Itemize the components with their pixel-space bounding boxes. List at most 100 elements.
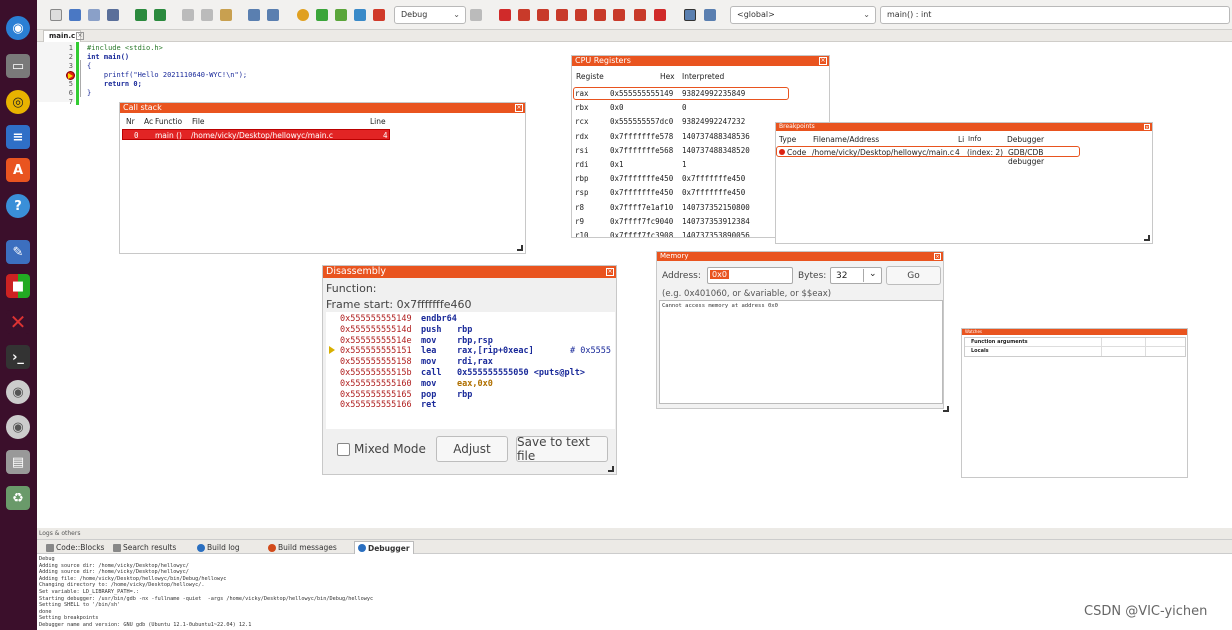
close-icon[interactable]: × [934, 253, 941, 260]
log-line: Adding source dir: /home/vicky/Desktop/h… [39, 569, 189, 576]
mixed-mode-checkbox[interactable] [337, 443, 350, 456]
instruction-address: 0x555555555165 [340, 389, 412, 400]
instruction-opcode: push [421, 324, 442, 335]
register-hex: 0x7fffffffe450 [610, 174, 674, 184]
terminal-icon[interactable]: ›_ [6, 345, 30, 369]
close-icon[interactable]: × [606, 268, 614, 276]
bytes-select[interactable]: 32 ⌄ [830, 267, 882, 284]
memory-title: Memory [657, 252, 943, 261]
abort-icon[interactable] [373, 9, 385, 21]
step-into-instruction-icon[interactable] [613, 9, 625, 21]
music-icon[interactable]: ◎ [6, 90, 30, 114]
copy-icon[interactable] [201, 9, 213, 21]
memory-panel: Memory × Address: 0x0 Bytes: 32 ⌄ Go (e.… [656, 251, 949, 412]
drive-icon[interactable]: ▤ [6, 450, 30, 474]
register-interpreted: 140737353912384 [682, 216, 750, 226]
codeblocks-icon[interactable]: ■ [6, 274, 30, 298]
resize-grip[interactable] [943, 406, 949, 412]
scope-select[interactable]: <global> ⌄ [730, 6, 876, 24]
instruction-args: rax,[rip+0xeac] [457, 346, 534, 357]
tab-codeblocks[interactable]: Code::Blocks [43, 541, 107, 554]
register-interpreted: 93824992247232 [682, 117, 746, 127]
trash-icon[interactable]: ♻ [6, 486, 30, 510]
close-icon[interactable]: × [1144, 124, 1150, 131]
table-row[interactable]: 0 main () /home/vicky/Desktop/hellowyc/m… [122, 129, 390, 140]
browser-icon[interactable]: ◉ [6, 16, 30, 40]
replace-icon[interactable] [267, 9, 279, 21]
build-target-select[interactable]: Debug ⌄ [394, 6, 466, 24]
table-row[interactable]: Locals [965, 347, 1185, 356]
tab-build-log[interactable]: Build log [194, 541, 243, 554]
files-icon[interactable]: ▭ [6, 54, 30, 78]
rebuild-icon[interactable] [354, 9, 366, 21]
redo-icon[interactable] [154, 9, 166, 21]
register-interpreted: 0x7fffffffe450 [682, 174, 746, 184]
watches-table[interactable]: Function arguments Locals [964, 337, 1186, 357]
table-row[interactable]: Function arguments [965, 338, 1185, 347]
find-icon[interactable] [248, 9, 260, 21]
writer-icon[interactable]: ≡ [6, 125, 30, 149]
column-divider [1101, 338, 1102, 356]
close-icon[interactable]: × [819, 57, 827, 65]
cell-function: main () [155, 131, 182, 140]
table-row[interactable]: Code /home/vicky/Desktop/hellowyc/main.c… [776, 146, 1080, 166]
instruction-opcode: endbr64 [421, 314, 457, 324]
build-icon[interactable] [297, 9, 309, 21]
go-button[interactable]: Go [886, 266, 941, 285]
new-file-icon[interactable] [50, 9, 62, 21]
address-input[interactable]: 0x0 [707, 267, 793, 284]
resize-grip[interactable] [608, 466, 614, 472]
close-icon[interactable]: × [515, 104, 523, 112]
function-select[interactable]: main() : int [880, 6, 1230, 24]
tab-debugger[interactable]: Debugger [354, 541, 414, 554]
tab-search-results[interactable]: Search results [110, 541, 179, 554]
resize-grip[interactable] [1144, 235, 1150, 241]
save-to-text-file-button[interactable]: Save to text file [516, 435, 608, 463]
undo-icon[interactable] [135, 9, 147, 21]
next-line-icon[interactable] [537, 9, 549, 21]
next-instruction-icon[interactable] [594, 9, 606, 21]
build-target-dialog-icon[interactable] [470, 9, 482, 21]
memory-output[interactable]: Cannot access memory at address 0x0 [659, 300, 943, 404]
pause-icon[interactable] [634, 9, 646, 21]
disassembly-panel: Disassembly × Function: Frame start: 0x7… [322, 265, 617, 475]
open-icon[interactable] [69, 9, 81, 21]
register-hex: 0x0 [610, 103, 624, 113]
resize-grip[interactable] [517, 245, 523, 251]
help-icon[interactable]: ? [6, 194, 30, 218]
register-hex: 0x7ffff7e1af10 [610, 202, 674, 212]
run-icon[interactable] [316, 9, 328, 21]
disassembly-listing[interactable]: 0x555555555149 endbr64 0x55555555514d push r… [326, 312, 615, 429]
stop-debugger-icon[interactable] [654, 9, 666, 21]
build-messages-tab-icon [268, 543, 276, 552]
paste-icon[interactable] [220, 9, 232, 21]
debug-start-icon[interactable] [499, 9, 511, 21]
run-to-cursor-icon[interactable] [518, 9, 530, 21]
tab-build-messages[interactable]: Build messages [265, 541, 340, 554]
close-tab-icon[interactable]: × [76, 32, 84, 40]
logs-header: Logs & others [37, 528, 1232, 540]
step-out-icon[interactable] [575, 9, 587, 21]
step-into-icon[interactable] [556, 9, 568, 21]
adjust-button[interactable]: Adjust [436, 436, 508, 462]
disc-icon[interactable]: ◉ [6, 380, 30, 404]
cut-icon[interactable] [182, 9, 194, 21]
register-name: rsp [575, 188, 589, 198]
tab-label: Debugger [368, 543, 410, 553]
disc-icon-2[interactable]: ◉ [6, 415, 30, 439]
software-icon[interactable]: A [6, 158, 30, 182]
log-line: Setting breakpoints [39, 615, 99, 622]
text-editor-icon[interactable]: ✎ [6, 240, 30, 264]
code-lines[interactable]: #include <stdio.h> int main(){ printf("He… [87, 44, 387, 104]
x-icon[interactable]: ✕ [6, 310, 30, 334]
debug-windows-icon[interactable] [684, 9, 696, 21]
various-info-icon[interactable] [704, 9, 716, 21]
cell-debugger: GDB/CDB debugger [1008, 148, 1045, 166]
col-file: File [192, 117, 205, 126]
col-function: Functio [155, 117, 183, 126]
instruction-address: 0x55555555514d [340, 324, 412, 335]
save-all-icon[interactable] [107, 9, 119, 21]
build-run-icon[interactable] [335, 9, 347, 21]
save-icon[interactable] [88, 9, 100, 21]
fold-guide [80, 60, 87, 97]
